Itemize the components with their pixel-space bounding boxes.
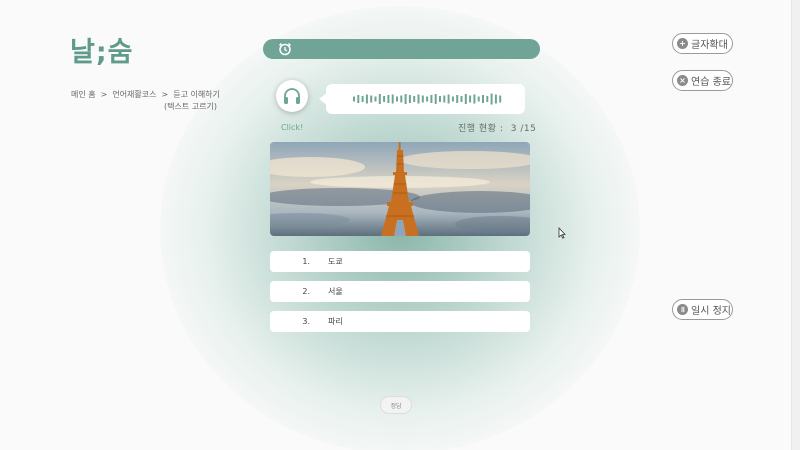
option-number: 2. [302, 287, 310, 296]
end-practice-label: 연습 종료 [691, 77, 731, 88]
waveform-bar [451, 96, 454, 102]
waveform-bar [413, 96, 416, 102]
option-text: 파리 [328, 317, 343, 326]
option-text: 도쿄 [328, 257, 343, 266]
app-logo: 날;숨 [70, 37, 134, 68]
waveform-bar [408, 95, 411, 103]
waveform-bar [378, 94, 381, 104]
breadcrumb-item-course[interactable]: 언어재활코스 [112, 90, 156, 99]
waveform-bar [464, 94, 467, 104]
alarm-clock-icon [278, 42, 292, 56]
end-practice-button[interactable]: × 연습 종료 [672, 70, 733, 91]
play-audio-button[interactable] [276, 80, 308, 112]
mouse-cursor-icon [558, 227, 566, 239]
pause-button[interactable]: ॥ 일시 정지 [672, 299, 733, 320]
audio-speech-bubble [319, 84, 525, 114]
click-hint: Click! [281, 123, 304, 132]
waveform-bar [443, 95, 446, 103]
waveform-bar [456, 95, 459, 103]
waveform-icon [353, 93, 502, 105]
breadcrumb-separator: > [100, 90, 108, 99]
breadcrumb-item-listening[interactable]: 듣고 이해하기 [173, 90, 220, 99]
waveform-bar [473, 94, 476, 104]
waveform-bar [404, 94, 407, 104]
waveform-bar [374, 96, 377, 102]
waveform-bar [434, 94, 437, 104]
waveform-bar [486, 96, 489, 102]
breadcrumb-subtitle: (텍스트 고르기) [164, 102, 217, 111]
waveform-bar [439, 96, 441, 102]
progress-status: 진행 현황 : 3 /15 [458, 121, 536, 134]
breadcrumb-item-home[interactable]: 메인 홈 [71, 90, 96, 99]
option-number: 1. [302, 257, 310, 266]
waveform-bar [499, 95, 502, 103]
waveform-bar [383, 96, 386, 102]
answer-option-1[interactable]: 1. 도쿄 [270, 251, 530, 272]
waveform-bar [430, 95, 433, 103]
waveform-bar [391, 94, 394, 104]
option-text: 서울 [328, 287, 343, 296]
answer-option-2[interactable]: 2. 서울 [270, 281, 530, 302]
answer-button[interactable]: 정답 [380, 396, 412, 414]
waveform-bar [353, 96, 355, 102]
waveform-bar [387, 95, 390, 103]
progress-value: 3 /15 [510, 124, 537, 134]
waveform-bar [494, 94, 497, 104]
waveform-bar [477, 96, 480, 102]
waveform-bar [417, 94, 420, 104]
waveform-bar [469, 95, 472, 103]
page-scrollbar[interactable] [791, 0, 800, 450]
waveform-bar [361, 96, 364, 102]
plus-icon: + [677, 38, 688, 49]
waveform-bar [357, 95, 360, 103]
waveform-bar [400, 95, 403, 103]
timer-bar [263, 39, 540, 59]
pause-label: 일시 정지 [691, 306, 731, 317]
waveform-bar [460, 96, 463, 102]
waveform-bar [365, 94, 368, 104]
waveform-bar [370, 95, 373, 103]
waveform-bar [421, 95, 424, 103]
answer-option-3[interactable]: 3. 파리 [270, 311, 530, 332]
option-number: 3. [302, 317, 310, 326]
breadcrumb-separator: > [161, 90, 169, 99]
waveform-bar [447, 94, 450, 104]
waveform-bar [482, 95, 484, 103]
question-image-eiffel-tower [270, 142, 530, 236]
waveform-bar [396, 96, 398, 102]
headphones-icon [284, 88, 300, 104]
pause-icon: ॥ [677, 304, 688, 315]
zoom-text-button[interactable]: + 글자확대 [672, 33, 733, 54]
progress-label: 진행 현황 : [458, 124, 504, 134]
breadcrumb: 메인 홈 > 언어재활코스 > 듣고 이해하기 (텍스트 고르기) [71, 89, 221, 113]
waveform-bar [426, 96, 429, 102]
x-icon: × [677, 75, 688, 86]
waveform-bar [490, 93, 493, 105]
zoom-text-label: 글자확대 [691, 40, 728, 51]
